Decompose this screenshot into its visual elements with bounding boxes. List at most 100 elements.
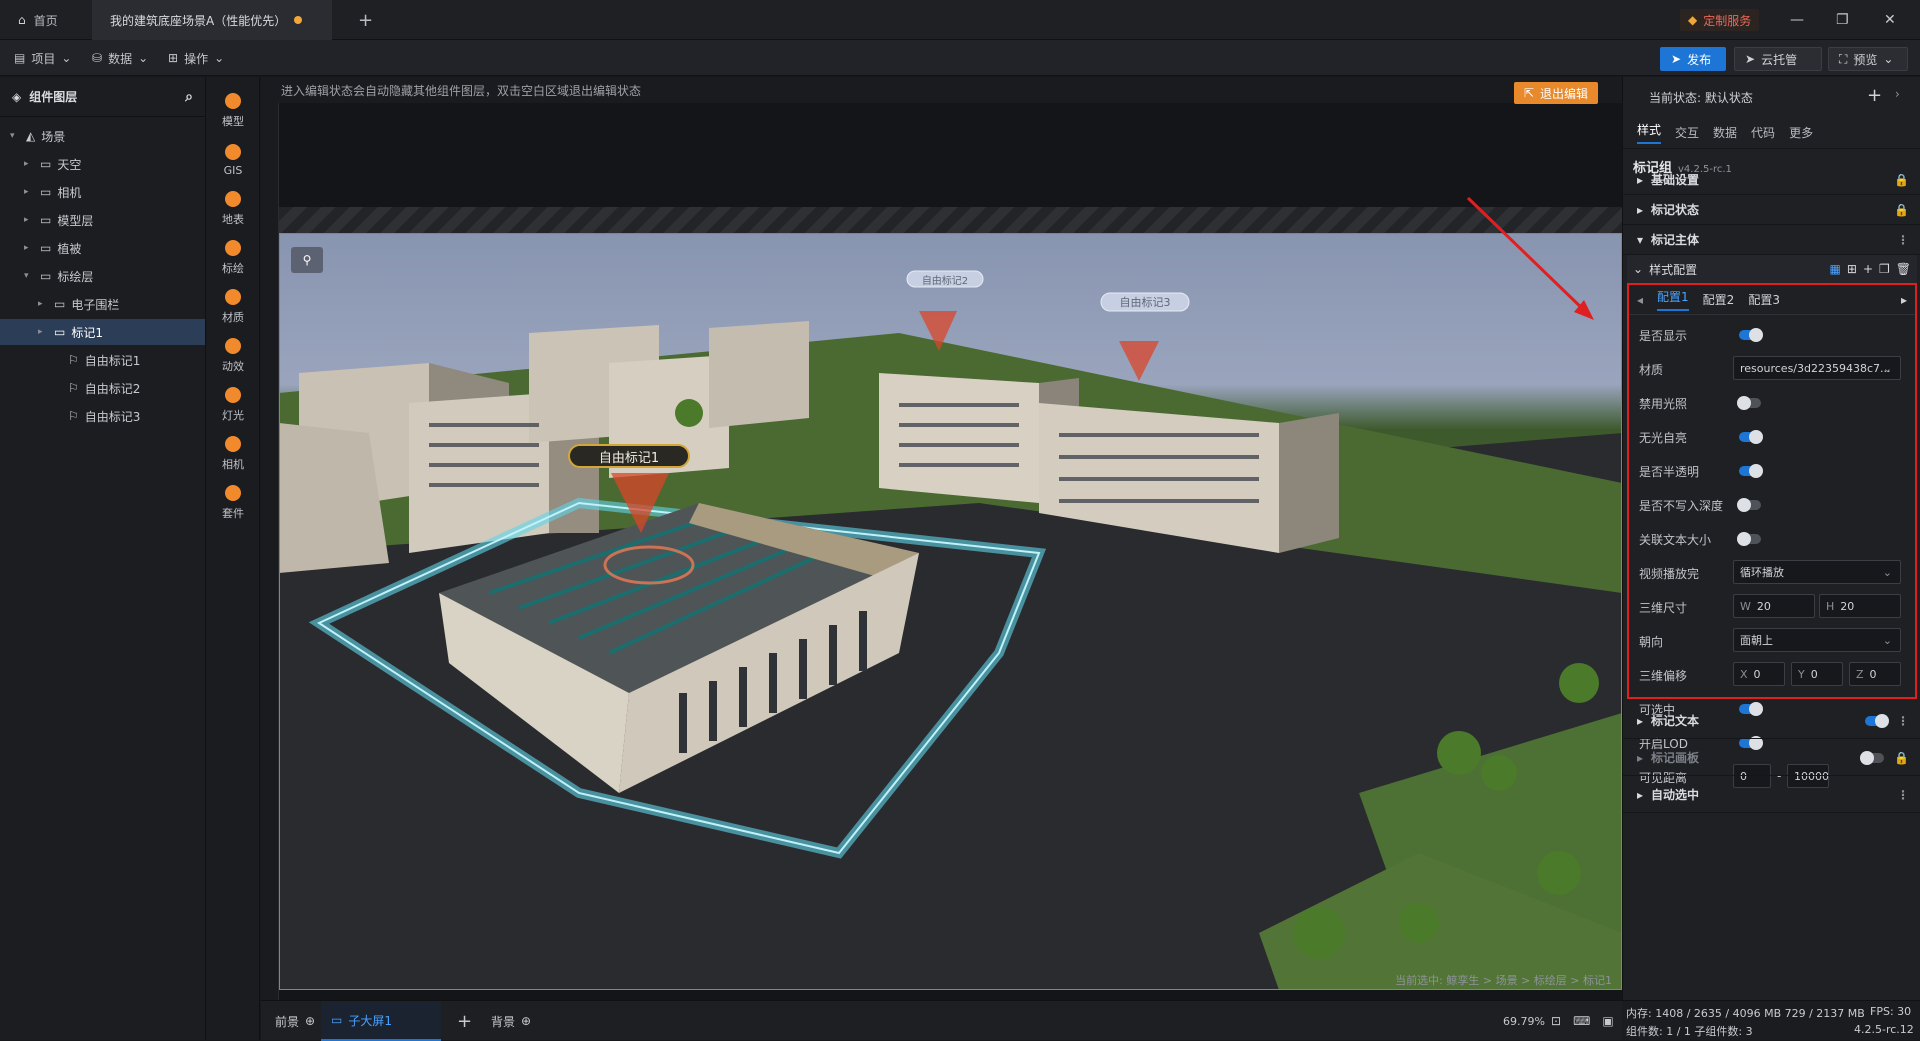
video-end-select[interactable]: 循环播放 ⌄ bbox=[1733, 560, 1901, 584]
caret-right-icon[interactable]: ▸ bbox=[24, 187, 34, 197]
caret-down-icon[interactable]: ▾ bbox=[10, 131, 20, 141]
self-lit-toggle[interactable] bbox=[1739, 430, 1763, 444]
caret-down-icon[interactable]: ▾ bbox=[24, 271, 34, 281]
material-select[interactable]: resources/3d22359438c7... ⌄ bbox=[1733, 356, 1901, 380]
add-icon[interactable]: + bbox=[1863, 262, 1873, 276]
tool-camera[interactable]: 相机 bbox=[206, 428, 260, 480]
fit-screen-icon[interactable]: ⊡ bbox=[1551, 1014, 1561, 1028]
no-light-toggle[interactable] bbox=[1737, 396, 1761, 410]
config-tab[interactable]: 配置3 bbox=[1748, 291, 1780, 308]
show-toggle[interactable] bbox=[1739, 328, 1763, 342]
more-icon[interactable]: ⋮ bbox=[1897, 714, 1909, 728]
publish-button[interactable]: ➤ 发布 bbox=[1660, 47, 1726, 71]
restore-icon[interactable]: ❐ bbox=[1836, 12, 1849, 28]
minimize-icon[interactable]: — bbox=[1790, 12, 1804, 28]
offset-z-input[interactable]: Z0 bbox=[1849, 662, 1901, 686]
property-tab[interactable]: 更多 bbox=[1789, 124, 1813, 141]
tool-effect[interactable]: 动效 bbox=[206, 330, 260, 382]
translucent-toggle[interactable] bbox=[1739, 464, 1763, 478]
more-icon[interactable]: ⋮ bbox=[1897, 788, 1909, 802]
tool-gis[interactable]: GIS bbox=[206, 134, 260, 186]
caret-right-icon[interactable]: ▸ bbox=[24, 215, 34, 225]
marker-label-3[interactable]: 自由标记3 bbox=[1101, 293, 1189, 311]
search-icon[interactable]: ⌕ bbox=[185, 89, 193, 105]
tool-light[interactable]: 灯光 bbox=[206, 379, 260, 431]
layer-item[interactable]: ▾ ◭ 场景 bbox=[0, 123, 205, 149]
delete-icon[interactable]: 🗑 bbox=[1896, 262, 1911, 276]
marker-label-1[interactable]: 自由标记1 bbox=[569, 445, 689, 467]
offset-x-input[interactable]: X0 bbox=[1733, 662, 1785, 686]
caret-right-icon[interactable]: ▸ bbox=[24, 159, 34, 169]
caret-right-icon[interactable]: ▸ bbox=[38, 299, 48, 309]
section-toggle[interactable] bbox=[1865, 713, 1889, 728]
chevron-right-icon[interactable]: › bbox=[1895, 87, 1900, 101]
preview-button[interactable]: ⛶ 预览 ⌄ bbox=[1828, 47, 1908, 71]
more-icon[interactable]: ⋮ bbox=[1897, 233, 1909, 247]
no-depth-toggle[interactable] bbox=[1737, 498, 1761, 512]
config-tab[interactable]: 配置1 bbox=[1657, 288, 1689, 311]
tool-material[interactable]: 材质 bbox=[206, 281, 260, 333]
style-config-header[interactable]: ⌄ 样式配置 ▦ ⊞ + ❐ 🗑 bbox=[1627, 255, 1917, 283]
layer-item[interactable]: ▸ ▭ 相机 bbox=[0, 179, 205, 205]
layer-item[interactable]: ⚐ 自由标记3 bbox=[0, 403, 205, 429]
offset-y-input[interactable]: Y0 bbox=[1791, 662, 1843, 686]
tool-plot[interactable]: 标绘 bbox=[206, 232, 260, 284]
tab-home[interactable]: ⌂ 首页 bbox=[0, 0, 90, 40]
add-circle-icon[interactable]: ⊕ bbox=[521, 1014, 531, 1028]
3d-scene-viewport[interactable]: ⚲ 自由标记1 自由标记2 自由标记3 bbox=[279, 233, 1622, 990]
tab-background[interactable]: 背景 ⊕ bbox=[491, 1001, 531, 1041]
custom-service-button[interactable]: ◆ 定制服务 bbox=[1680, 9, 1760, 31]
add-state-button[interactable]: + bbox=[1867, 85, 1882, 106]
caret-right-icon[interactable]: ▸ bbox=[24, 243, 34, 253]
exit-edit-button[interactable]: ⇱ 退出编辑 bbox=[1513, 82, 1598, 104]
copy-icon[interactable]: ❐ bbox=[1879, 262, 1890, 276]
grid-icon[interactable]: ⊞ bbox=[1847, 262, 1857, 276]
bottom-section-2[interactable]: ▸ 自动选中 ⋮ bbox=[1623, 777, 1920, 813]
section-2[interactable]: ▾ 标记主体 ⋮ bbox=[1623, 225, 1920, 255]
bottom-section-0[interactable]: ▸ 标记文本 ⋮ bbox=[1623, 703, 1920, 739]
tab-document[interactable]: 我的建筑底座场景A（性能优先） bbox=[92, 0, 332, 40]
layer-item[interactable]: ⚐ 自由标记2 bbox=[0, 375, 205, 401]
facing-select[interactable]: 面朝上 ⌄ bbox=[1733, 628, 1901, 652]
layer-item[interactable]: ⚐ 自由标记1 bbox=[0, 347, 205, 373]
layer-item[interactable]: ▸ ▭ 标记1 bbox=[0, 319, 205, 345]
cloud-host-button[interactable]: ➤ 云托管 bbox=[1734, 47, 1822, 71]
tool-terrain[interactable]: 地表 bbox=[206, 183, 260, 235]
lock-icon[interactable]: 🔒 bbox=[1894, 203, 1909, 217]
lock-icon[interactable]: 🔒 bbox=[1894, 173, 1909, 187]
section-0[interactable]: ▸ 基础设置 🔒 bbox=[1623, 165, 1920, 195]
property-tab[interactable]: 交互 bbox=[1675, 124, 1699, 141]
width-input[interactable]: W 20 bbox=[1733, 594, 1815, 618]
layer-item[interactable]: ▸ ▭ 天空 bbox=[0, 151, 205, 177]
arrow-left-icon[interactable]: ◂ bbox=[1637, 293, 1643, 307]
bottom-section-1[interactable]: ▸ 标记画板 🔒 bbox=[1623, 740, 1920, 776]
config-tab[interactable]: 配置2 bbox=[1703, 291, 1735, 308]
height-input[interactable]: H 20 bbox=[1819, 594, 1901, 618]
lock-icon[interactable]: 🔒 bbox=[1894, 751, 1909, 765]
caret-right-icon[interactable]: ▸ bbox=[38, 327, 48, 337]
new-tab-button[interactable]: + bbox=[340, 0, 380, 40]
close-icon[interactable]: ✕ bbox=[1884, 12, 1896, 28]
tab-subscreen[interactable]: ▭ 子大屏1 bbox=[321, 1001, 441, 1041]
property-tab[interactable]: 样式 bbox=[1637, 121, 1662, 144]
add-screen-button[interactable]: + bbox=[457, 1001, 472, 1041]
tool-model[interactable]: 模型 bbox=[206, 85, 260, 137]
keyboard-icon[interactable]: ⌨ bbox=[1573, 1014, 1590, 1028]
menu-project[interactable]: ▤ 项目 ⌄ bbox=[14, 40, 71, 76]
text-size-toggle[interactable] bbox=[1737, 532, 1761, 546]
menu-operate[interactable]: ⊞ 操作 ⌄ bbox=[168, 40, 224, 76]
section-1[interactable]: ▸ 标记状态 🔒 bbox=[1623, 195, 1920, 225]
layer-item[interactable]: ▸ ▭ 植被 bbox=[0, 235, 205, 261]
property-tab[interactable]: 代码 bbox=[1751, 124, 1775, 141]
property-tab[interactable]: 数据 bbox=[1713, 124, 1737, 141]
section-toggle[interactable] bbox=[1860, 750, 1885, 765]
layout-icon[interactable]: ▦ bbox=[1830, 262, 1841, 276]
layer-item[interactable]: ▸ ▭ 模型层 bbox=[0, 207, 205, 233]
layer-item[interactable]: ▸ ▭ 电子围栏 bbox=[0, 291, 205, 317]
tool-kit[interactable]: 套件 bbox=[206, 477, 260, 529]
add-circle-icon[interactable]: ⊕ bbox=[305, 1014, 315, 1028]
layer-item[interactable]: ▾ ▭ 标绘层 bbox=[0, 263, 205, 289]
tab-foreground[interactable]: 前景 ⊕ bbox=[275, 1001, 315, 1041]
zoom-level[interactable]: 69.79% bbox=[1503, 1001, 1545, 1041]
canvas-area[interactable]: 进入编辑状态会自动隐藏其他组件图层，双击空白区域退出编辑状态 ⇱ 退出编辑 ⚲ … bbox=[261, 77, 1622, 1000]
